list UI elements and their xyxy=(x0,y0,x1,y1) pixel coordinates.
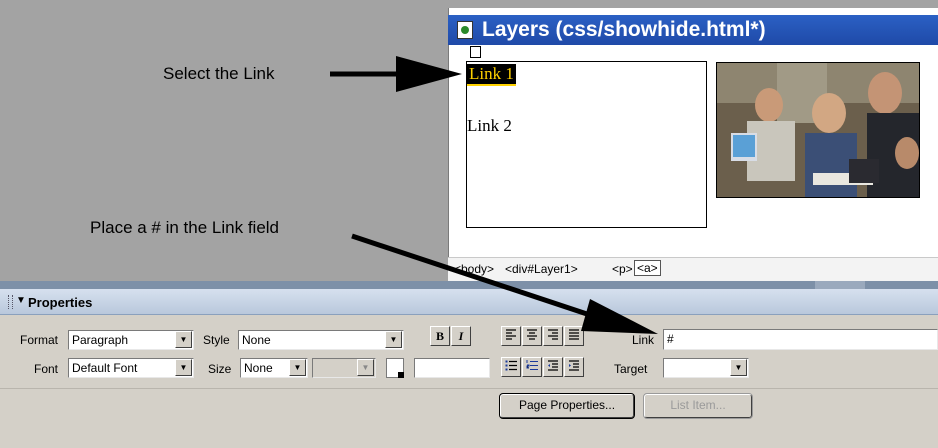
arrow-to-link1-icon xyxy=(330,56,462,92)
annotation-arrows xyxy=(330,56,658,334)
arrow-to-link-field-icon xyxy=(351,233,658,334)
